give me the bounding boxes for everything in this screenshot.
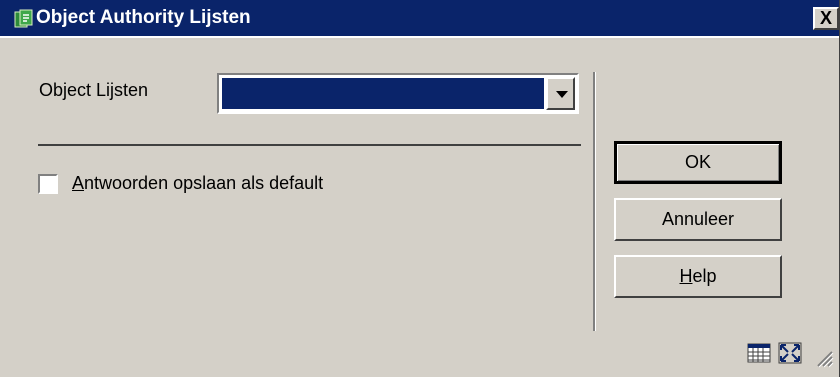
help-button[interactable]: Help — [614, 255, 782, 298]
window-title: Object Authority Lijsten — [36, 7, 251, 28]
close-button[interactable]: X — [813, 7, 839, 30]
annuleer-button[interactable]: Annuleer — [614, 198, 782, 241]
save-as-default-checkbox[interactable] — [38, 174, 58, 194]
vertical-divider — [593, 72, 596, 331]
title-bar[interactable]: Object Authority Lijsten X — [0, 0, 839, 38]
dialog-window: Object Authority Lijsten X Object Lijste… — [0, 0, 840, 377]
horizontal-divider — [38, 144, 581, 146]
dropdown-selected-value — [222, 78, 544, 109]
ok-button[interactable]: OK — [614, 141, 782, 184]
resize-grip-icon[interactable] — [812, 346, 834, 368]
grid-icon[interactable] — [747, 342, 771, 364]
object-lijsten-label: Object Lijsten — [39, 80, 149, 100]
object-lijsten-dropdown[interactable] — [217, 73, 579, 114]
chevron-down-icon — [556, 91, 568, 98]
save-as-default-label[interactable]: Antwoorden opslaan als default — [72, 173, 323, 194]
app-icon — [14, 9, 34, 29]
expand-icon[interactable] — [778, 342, 802, 364]
dropdown-button[interactable] — [546, 77, 575, 110]
